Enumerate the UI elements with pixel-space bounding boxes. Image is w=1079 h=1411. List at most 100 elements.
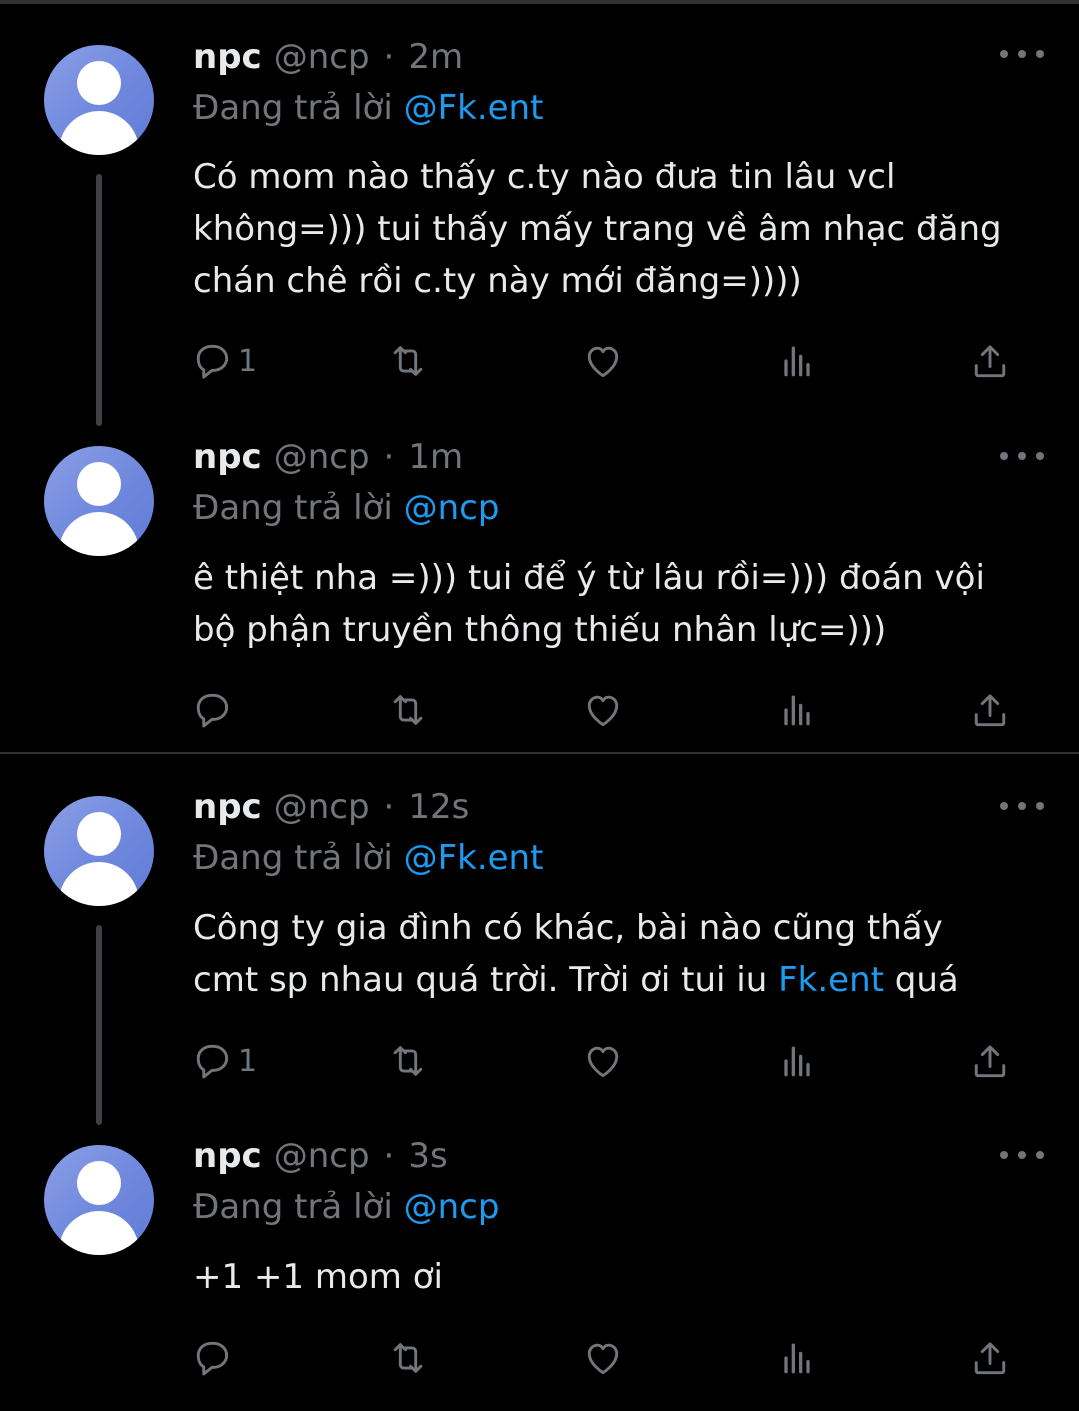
views-icon: [784, 346, 810, 377]
tweet-text-link[interactable]: Fk.ent: [778, 960, 884, 1000]
tweet-text-line: ê thiệt nha =))) tui để ý từ lâu rồi=)))…: [193, 558, 985, 598]
replying-to: Đang trả lời @ncp: [193, 488, 499, 528]
share-button[interactable]: [968, 1036, 1012, 1086]
tweet-text-segment: cmt sp nhau quá trời. Trời ơi tui iu: [193, 960, 779, 1000]
tweet-text-segment: quá: [883, 960, 959, 1000]
share-icon: [974, 1342, 1006, 1375]
share-button[interactable]: [968, 685, 1012, 735]
separator-dot: ·: [383, 787, 395, 827]
more-icon[interactable]: [1000, 436, 1044, 476]
retweet-button[interactable]: [386, 1333, 430, 1383]
tweet-text: Công ty gia đình có khác, bài nào cũng t…: [193, 902, 1043, 1006]
thread-separator: [0, 752, 1079, 754]
display-name[interactable]: npc: [193, 787, 262, 827]
user-handle[interactable]: @ncp: [274, 787, 370, 827]
replying-to: Đang trả lời @Fk.ent: [193, 88, 543, 128]
reply-icon: [196, 1044, 229, 1079]
action-bar: [190, 1333, 1020, 1383]
reply-count: 1: [238, 1043, 258, 1079]
top-divider: [0, 0, 1079, 4]
tweet-header: npc @ncp · 3s: [193, 1136, 448, 1176]
reply-count: 1: [238, 343, 258, 379]
separator-dot: ·: [383, 437, 395, 477]
replying-to: Đang trả lời @Fk.ent: [193, 838, 543, 878]
like-icon: [587, 1046, 619, 1078]
action-bar: [190, 685, 1020, 735]
thread-line: [96, 174, 102, 426]
reply-icon: [196, 344, 229, 379]
retweet-button[interactable]: [386, 685, 430, 735]
user-handle[interactable]: @ncp: [274, 437, 370, 477]
retweet-button[interactable]: [386, 1036, 430, 1086]
like-button[interactable]: [581, 1036, 625, 1086]
retweet-icon: [393, 1343, 423, 1373]
more-icon[interactable]: [1000, 34, 1044, 74]
display-name[interactable]: npc: [193, 437, 262, 477]
thread-line: [96, 925, 102, 1125]
retweet-icon: [393, 695, 423, 725]
replying-to-label: Đang trả lời: [193, 88, 404, 128]
views-icon: [784, 1046, 810, 1077]
timestamp[interactable]: 2m: [408, 37, 463, 77]
user-handle[interactable]: @ncp: [274, 1136, 370, 1176]
share-button[interactable]: [968, 1333, 1012, 1383]
replying-to-mention[interactable]: @ncp: [404, 488, 500, 528]
reply-button[interactable]: 1: [190, 1036, 257, 1086]
tweet-text-line: cmt sp nhau quá trời. Trời ơi tui iu Fk.…: [193, 954, 1043, 1006]
like-icon: [587, 1343, 619, 1375]
reply-icon: [196, 1341, 229, 1376]
separator-dot: ·: [383, 1136, 395, 1176]
views-button[interactable]: [775, 1036, 819, 1086]
avatar-icon[interactable]: [44, 446, 154, 556]
tweet-text-line: chán chê rồi c.ty này mới đăng=)))): [193, 261, 802, 301]
retweet-icon: [393, 1046, 423, 1076]
views-button[interactable]: [775, 1333, 819, 1383]
tweet-header: npc @ncp · 2m: [193, 37, 463, 77]
separator-dot: ·: [383, 37, 395, 77]
tweet-header: npc @ncp · 1m: [193, 437, 463, 477]
replying-to-mention[interactable]: @Fk.ent: [404, 88, 544, 128]
like-button[interactable]: [581, 336, 625, 386]
like-button[interactable]: [581, 1333, 625, 1383]
action-bar: 1: [190, 336, 1020, 386]
tweet-text-line: Công ty gia đình có khác, bài nào cũng t…: [193, 908, 943, 948]
replying-to-label: Đang trả lời: [193, 838, 404, 878]
tweet-text: ê thiệt nha =))) tui để ý từ lâu rồi=)))…: [193, 552, 1043, 656]
like-icon: [587, 695, 619, 727]
more-icon[interactable]: [1000, 786, 1044, 826]
views-button[interactable]: [775, 685, 819, 735]
timestamp[interactable]: 1m: [408, 437, 463, 477]
tweet-text-line: bộ phận truyền thông thiếu nhân lực=))): [193, 610, 887, 650]
reply-button[interactable]: 1: [190, 336, 257, 386]
reply-button[interactable]: [190, 1333, 238, 1383]
action-bar: 1: [190, 1036, 1020, 1086]
share-button[interactable]: [968, 336, 1012, 386]
replying-to: Đang trả lời @ncp: [193, 1187, 499, 1227]
views-button[interactable]: [775, 336, 819, 386]
tweet-header: npc @ncp · 12s: [193, 787, 469, 827]
avatar-icon[interactable]: [44, 45, 154, 155]
share-icon: [974, 1045, 1006, 1078]
display-name[interactable]: npc: [193, 37, 262, 77]
avatar-icon[interactable]: [44, 1145, 154, 1255]
like-icon: [587, 346, 619, 378]
timestamp[interactable]: 12s: [408, 787, 469, 827]
timestamp[interactable]: 3s: [408, 1136, 447, 1176]
like-button[interactable]: [581, 685, 625, 735]
replying-to-label: Đang trả lời: [193, 1187, 404, 1227]
tweet-text: +1 +1 mom ơi: [193, 1251, 1043, 1303]
reply-button[interactable]: [190, 685, 238, 735]
tweet-text-line: không=))) tui thấy mấy trang về âm nhạc …: [193, 209, 1002, 249]
retweet-icon: [393, 346, 423, 376]
more-icon[interactable]: [1000, 1135, 1044, 1175]
views-icon: [784, 695, 810, 726]
replying-to-mention[interactable]: @Fk.ent: [404, 838, 544, 878]
display-name[interactable]: npc: [193, 1136, 262, 1176]
share-icon: [974, 694, 1006, 727]
retweet-button[interactable]: [386, 336, 430, 386]
avatar-icon[interactable]: [44, 796, 154, 906]
tweet-text-line: Có mom nào thấy c.ty nào đưa tin lâu vcl: [193, 157, 896, 197]
tweet-text-line: +1 +1 mom ơi: [193, 1257, 443, 1297]
replying-to-mention[interactable]: @ncp: [404, 1187, 500, 1227]
user-handle[interactable]: @ncp: [274, 37, 370, 77]
